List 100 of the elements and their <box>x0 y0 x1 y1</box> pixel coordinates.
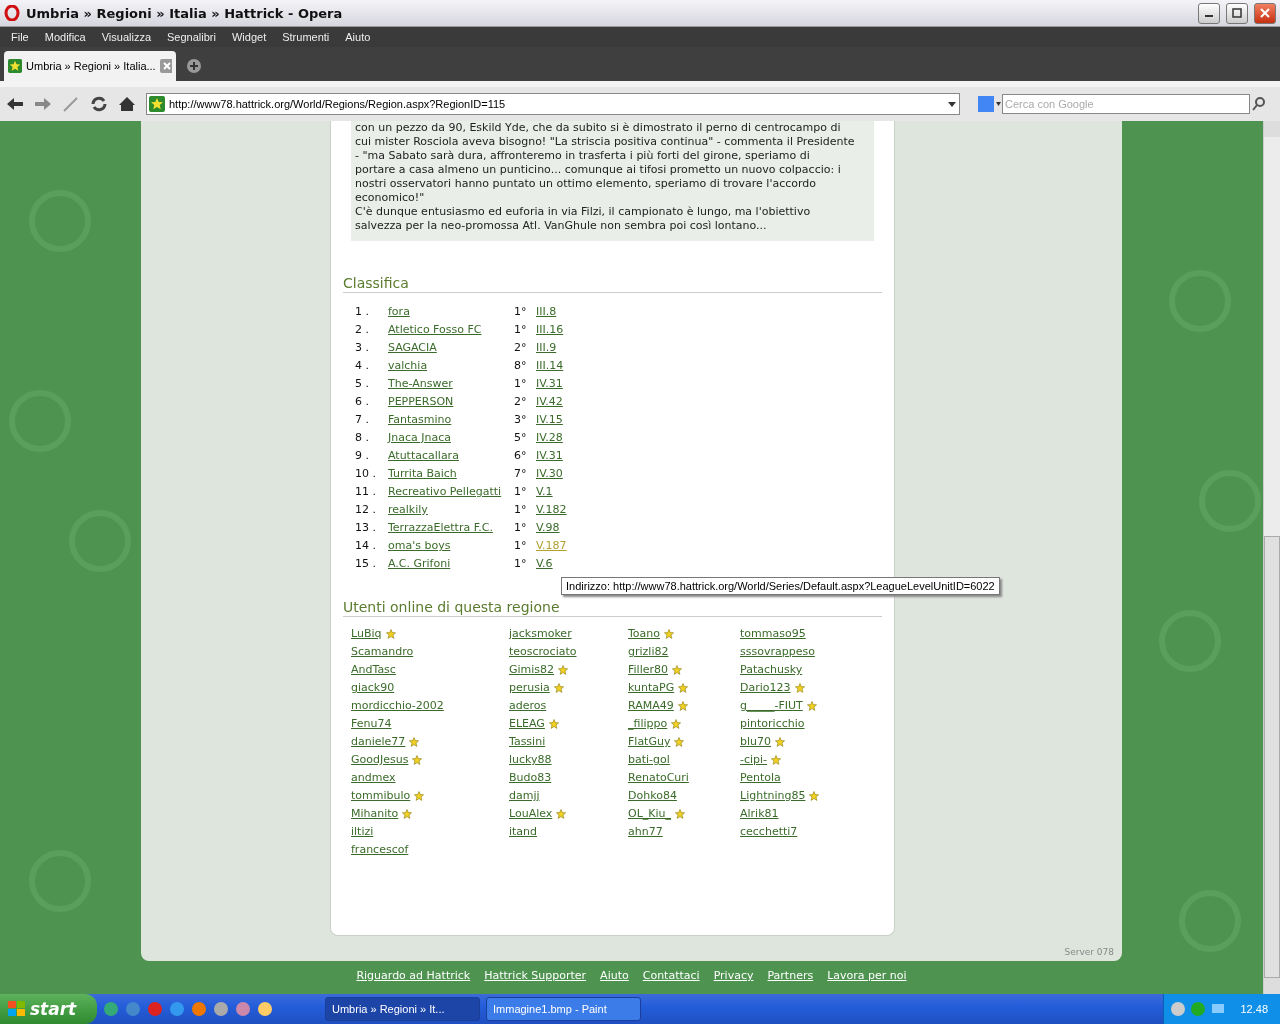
footer-link[interactable]: Privacy <box>713 969 754 982</box>
browser-tab[interactable]: Umbria » Regioni » Italia... <box>4 51 176 81</box>
user-link[interactable]: bati-gol <box>628 751 670 769</box>
user-link[interactable]: Dario123 <box>740 679 791 697</box>
team-link[interactable]: Recreativo Pellegatti <box>388 483 502 501</box>
close-button[interactable] <box>1254 2 1276 24</box>
forward-icon[interactable] <box>34 96 52 112</box>
series-link[interactable]: IV.31 <box>536 375 563 393</box>
close-icon[interactable] <box>159 59 172 73</box>
user-link[interactable]: OL_Kiu_ <box>628 805 672 823</box>
taskbar-button[interactable]: Immagine1.bmp - Paint <box>486 997 641 1021</box>
team-link[interactable]: TerrazzaElettra F.C. <box>388 519 493 537</box>
taskbar-button[interactable]: Umbria » Regioni » It... <box>325 997 480 1021</box>
series-link[interactable]: V.98 <box>536 519 560 537</box>
user-link[interactable]: iltizi <box>351 823 374 841</box>
search-engine-icon[interactable] <box>978 96 1002 112</box>
series-link[interactable]: III.8 <box>536 303 557 321</box>
user-link[interactable]: Budo83 <box>509 769 552 787</box>
add-tab-icon[interactable] <box>186 58 202 74</box>
user-link[interactable]: tommibulo <box>351 787 411 805</box>
search-icon[interactable] <box>1250 95 1268 113</box>
user-link[interactable]: aderos <box>509 697 547 715</box>
team-link[interactable]: Atuttacallara <box>388 447 459 465</box>
user-link[interactable]: LouAlex <box>509 805 553 823</box>
user-link[interactable]: Toano <box>628 625 661 643</box>
quick-launch-icon[interactable] <box>213 1001 229 1017</box>
footer-link[interactable]: Contattaci <box>642 969 700 982</box>
team-link[interactable]: The-Answer <box>388 375 453 393</box>
edit-icon[interactable] <box>62 96 80 112</box>
user-link[interactable]: mordicchio-2002 <box>351 697 444 715</box>
user-link[interactable]: RenatoCuri <box>628 769 689 787</box>
team-link[interactable]: PEPPERSON <box>388 393 454 411</box>
back-icon[interactable] <box>6 96 24 112</box>
quick-launch-icon[interactable] <box>191 1001 207 1017</box>
user-link[interactable]: francescof <box>351 841 409 859</box>
series-link[interactable]: III.16 <box>536 321 564 339</box>
user-link[interactable]: Gimis82 <box>509 661 555 679</box>
user-link[interactable]: Scamandro <box>351 643 414 661</box>
user-link[interactable]: damjj <box>509 787 540 805</box>
reload-icon[interactable] <box>90 96 108 112</box>
team-link[interactable]: Fantasmino <box>388 411 452 429</box>
series-link[interactable]: IV.30 <box>536 465 563 483</box>
user-link[interactable]: blu70 <box>740 733 771 751</box>
user-link[interactable]: kuntaPG <box>628 679 675 697</box>
user-link[interactable]: FlatGuy <box>628 733 671 751</box>
user-link[interactable]: GoodJesus <box>351 751 409 769</box>
maximize-button[interactable] <box>1226 2 1248 24</box>
menu-item[interactable]: Visualizza <box>93 31 160 43</box>
menu-item[interactable]: File <box>3 31 37 43</box>
user-link[interactable]: Fenu74 <box>351 715 392 733</box>
user-link[interactable]: lucky88 <box>509 751 552 769</box>
user-link[interactable]: itand <box>509 823 538 841</box>
search-field[interactable]: Cerca con Google <box>1002 94 1250 114</box>
user-link[interactable]: Filler80 <box>628 661 668 679</box>
series-link[interactable]: IV.31 <box>536 447 563 465</box>
user-link[interactable]: _filippo <box>628 715 668 733</box>
user-link[interactable]: giack90 <box>351 679 395 697</box>
user-link[interactable]: -cipi- <box>740 751 768 769</box>
series-link[interactable]: V.1 <box>536 483 553 501</box>
series-link[interactable]: V.182 <box>536 501 567 519</box>
user-link[interactable]: Patachusky <box>740 661 803 679</box>
series-link[interactable]: III.9 <box>536 339 557 357</box>
user-link[interactable]: sssovrappeso <box>740 643 815 661</box>
user-link[interactable]: pintoricchio <box>740 715 805 733</box>
footer-link[interactable]: Aiuto <box>600 969 629 982</box>
user-link[interactable]: LuBiq <box>351 625 382 643</box>
user-link[interactable]: grizli82 <box>628 643 669 661</box>
menu-item[interactable]: Strumenti <box>274 31 338 43</box>
user-link[interactable]: andmex <box>351 769 396 787</box>
footer-link[interactable]: Lavora per noi <box>827 969 907 982</box>
menu-item[interactable]: Segnalibri <box>159 31 224 43</box>
user-link[interactable]: daniele77 <box>351 733 406 751</box>
user-link[interactable]: RAMA49 <box>628 697 674 715</box>
team-link[interactable]: Atletico Fosso FC <box>388 321 482 339</box>
user-link[interactable]: tommaso95 <box>740 625 806 643</box>
menu-item[interactable]: Widget <box>223 31 275 43</box>
user-link[interactable]: Pentola <box>740 769 781 787</box>
series-link[interactable]: V.6 <box>536 555 553 573</box>
scrollbar[interactable] <box>1263 121 1280 994</box>
team-link[interactable]: fora <box>388 303 410 321</box>
team-link[interactable]: A.C. Grifoni <box>388 555 451 573</box>
home-icon[interactable] <box>118 96 136 112</box>
user-link[interactable]: AndTasc <box>351 661 396 679</box>
quick-launch-icon[interactable] <box>235 1001 251 1017</box>
minimize-button[interactable] <box>1198 2 1220 24</box>
series-link[interactable]: IV.28 <box>536 429 563 447</box>
user-link[interactable]: g_____-FIUT <box>740 697 803 715</box>
user-link[interactable]: cecchetti7 <box>740 823 798 841</box>
series-link[interactable]: III.14 <box>536 357 564 375</box>
user-link[interactable]: teoscrociato <box>509 643 577 661</box>
footer-link[interactable]: Riguardo ad Hattrick <box>356 969 471 982</box>
user-link[interactable]: perusia <box>509 679 550 697</box>
series-link[interactable]: IV.15 <box>536 411 563 429</box>
team-link[interactable]: valchia <box>388 357 428 375</box>
quick-launch-icon[interactable] <box>125 1001 141 1017</box>
footer-link[interactable]: Hattrick Supporter <box>484 969 587 982</box>
menu-item[interactable]: Aiuto <box>337 31 379 43</box>
team-link[interactable]: Turrita Baich <box>388 465 457 483</box>
team-link[interactable]: oma's boys <box>388 537 451 555</box>
quick-launch-icon[interactable] <box>169 1001 185 1017</box>
